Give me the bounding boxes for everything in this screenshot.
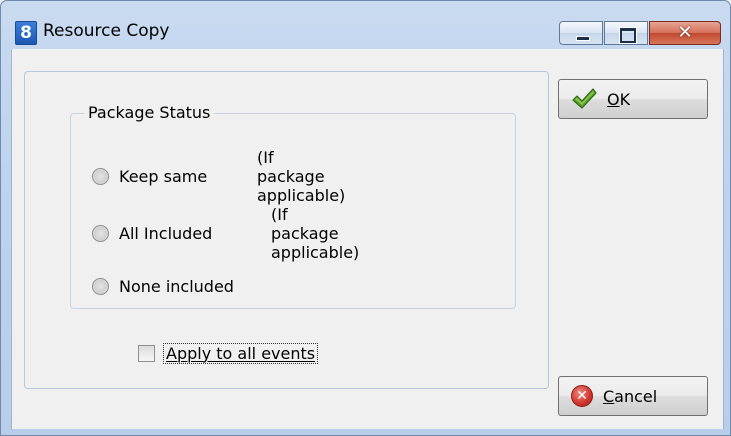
- apply-to-all-events-label[interactable]: Apply to all events: [163, 342, 319, 364]
- radio-keep-same[interactable]: Keep same (If package applicable): [92, 148, 345, 205]
- apply-to-all-events-checkbox[interactable]: [138, 344, 155, 362]
- dialog-body: Package Status Keep same (If package app…: [11, 49, 724, 429]
- radio-label: None included: [119, 276, 234, 296]
- radio-all-included[interactable]: All Included (If package applicable): [92, 205, 359, 262]
- app-logo-icon: 8: [15, 21, 37, 45]
- title-bar[interactable]: 8 Resource Copy ✕: [1, 1, 730, 49]
- radio-label: All Included: [119, 223, 213, 243]
- cancel-label: Cancel: [603, 387, 657, 406]
- maximize-button[interactable]: [604, 21, 648, 45]
- cancel-icon-glyph: ✕: [576, 388, 588, 404]
- radio-button[interactable]: [92, 277, 109, 295]
- apply-to-all-events-checkbox-row[interactable]: Apply to all events: [138, 341, 319, 365]
- ok-button[interactable]: OK: [558, 79, 708, 119]
- ok-label-rest: K: [619, 89, 631, 109]
- radio-button[interactable]: [92, 167, 109, 185]
- radio-button[interactable]: [92, 224, 109, 242]
- package-status-legend: Package Status: [84, 103, 215, 122]
- radio-note: (If package applicable): [257, 147, 346, 205]
- cancel-icon: ✕: [571, 385, 593, 407]
- maximize-icon: [620, 28, 636, 43]
- window-title: Resource Copy: [43, 21, 170, 41]
- cancel-mnemonic: C: [603, 386, 615, 406]
- close-button[interactable]: ✕: [649, 21, 721, 45]
- radio-label: Keep same: [119, 166, 208, 186]
- close-icon: ✕: [677, 22, 693, 43]
- radio-note: (If package applicable): [271, 204, 360, 262]
- checkmark-icon: [571, 87, 597, 111]
- minimize-button[interactable]: [559, 21, 603, 45]
- cancel-label-rest: ancel: [614, 386, 658, 406]
- cancel-button[interactable]: ✕ Cancel: [558, 376, 708, 416]
- ok-label: OK: [607, 90, 630, 109]
- resource-copy-window: 8 Resource Copy ✕ Package Status Keep sa…: [0, 0, 731, 436]
- minimize-icon: [576, 36, 590, 41]
- radio-none-included[interactable]: None included: [92, 274, 234, 298]
- ok-mnemonic: O: [607, 89, 620, 109]
